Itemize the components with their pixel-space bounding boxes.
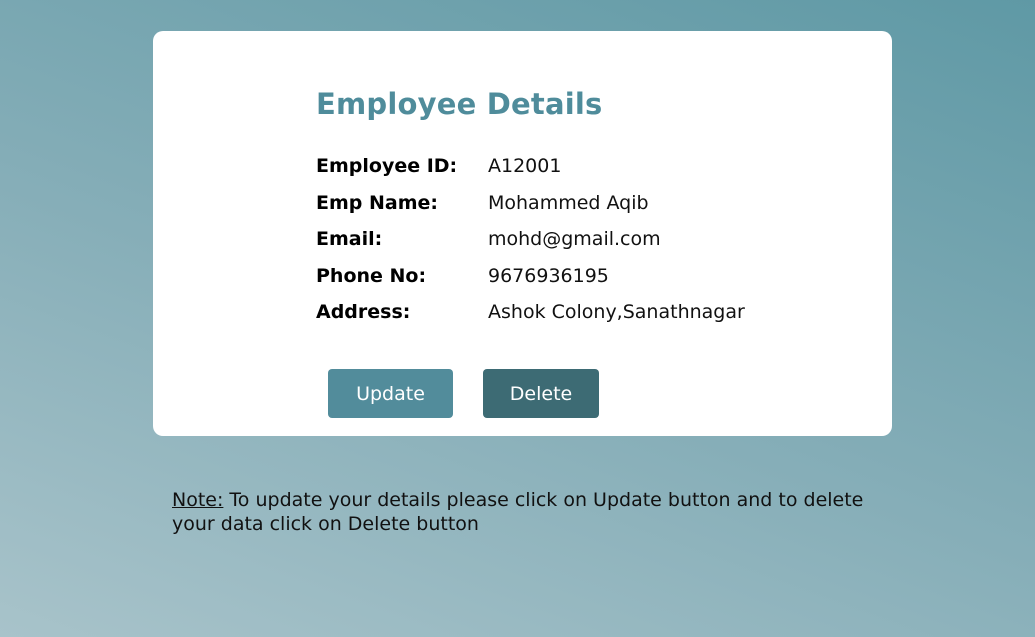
page-title: Employee Details <box>316 87 603 121</box>
note-text: To update your details please click on U… <box>172 489 864 535</box>
email-label: Email: <box>316 228 383 251</box>
employee-id-label: Employee ID: <box>316 155 458 178</box>
emp-name-value: Mohammed Aqib <box>488 191 649 214</box>
address-value: Ashok Colony,Sanathnagar <box>488 301 745 324</box>
detail-row-emp-name: Emp Name: Mohammed Aqib <box>316 185 745 222</box>
detail-row-phone: Phone No: 9676936195 <box>316 258 745 295</box>
address-label: Address: <box>316 301 411 324</box>
details-list: Employee ID: A12001 Emp Name: Mohammed A… <box>316 148 745 331</box>
employee-details-card: Employee Details Employee ID: A12001 Emp… <box>153 31 892 436</box>
delete-button[interactable]: Delete <box>483 369 599 418</box>
phone-value: 9676936195 <box>488 264 609 287</box>
note-label: Note: <box>172 489 224 511</box>
detail-row-address: Address: Ashok Colony,Sanathnagar <box>316 294 745 331</box>
emp-name-label: Emp Name: <box>316 191 438 214</box>
employee-id-value: A12001 <box>488 155 562 178</box>
update-button[interactable]: Update <box>328 369 453 418</box>
phone-label: Phone No: <box>316 264 427 287</box>
detail-row-email: Email: mohd@gmail.com <box>316 221 745 258</box>
help-note: Note: To update your details please clic… <box>172 488 872 536</box>
detail-row-employee-id: Employee ID: A12001 <box>316 148 745 185</box>
email-value: mohd@gmail.com <box>488 228 661 251</box>
